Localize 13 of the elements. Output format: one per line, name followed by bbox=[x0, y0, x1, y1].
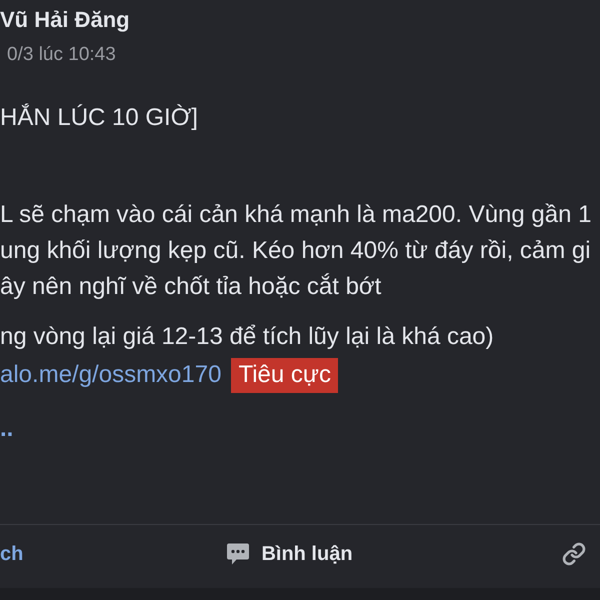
group-link[interactable]: alo.me/g/ossmxo170 bbox=[0, 360, 222, 390]
see-more-link[interactable]: .. bbox=[0, 415, 14, 442]
like-button[interactable]: ch bbox=[0, 541, 24, 567]
post-paragraph: ng vòng lại giá 12-13 để tích lũy lại là khá cao) bbox=[0, 322, 494, 352]
post-paragraph: L sẽ chạm vào cái cản khá mạnh là ma200. Vùng gần 1 ung khối lượng kẹp cũ. Kéo hơn 40% từ đáy rồi, cảm gi ây nên nghĩ về chốt tỉa hoặc cắt bớt bbox=[0, 200, 592, 302]
post-paragraph: HẮN LÚC 10 GIỜ] bbox=[0, 102, 198, 133]
comment-button[interactable]: Bình luận bbox=[226, 541, 353, 567]
speech-bubble-icon bbox=[226, 542, 250, 566]
author-name[interactable]: Vũ Hải Đăng bbox=[0, 6, 130, 34]
sentiment-tag: Tiêu cực bbox=[231, 358, 338, 392]
post-timestamp[interactable]: 0/3 lúc 10:43 bbox=[7, 44, 116, 65]
chain-link-icon bbox=[562, 542, 586, 566]
copy-link-button[interactable] bbox=[562, 542, 586, 566]
